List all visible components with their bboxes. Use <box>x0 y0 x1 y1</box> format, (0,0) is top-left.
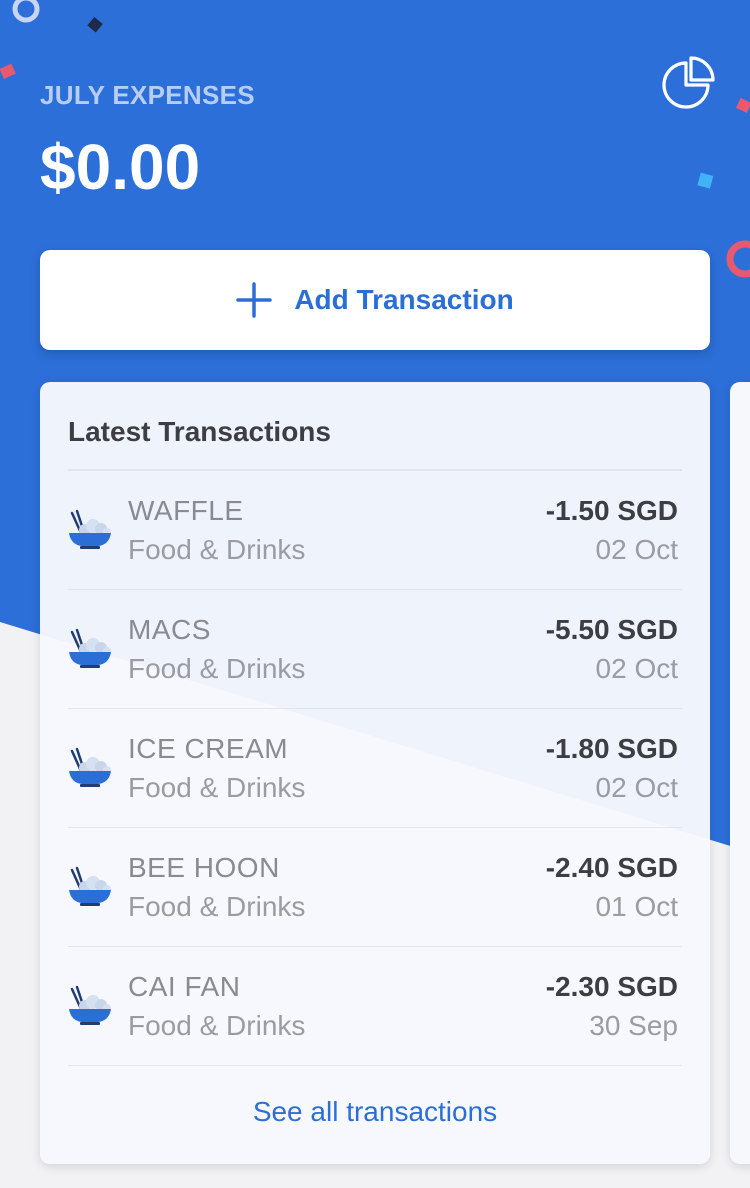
transaction-row[interactable]: WAFFLE Food & Drinks -1.50 SGD 02 Oct <box>68 471 682 590</box>
rice-bowl-icon <box>69 747 111 787</box>
total-expenses-amount: $0.00 <box>40 131 201 203</box>
rice-bowl-icon <box>69 866 111 906</box>
transaction-date: 30 Sep <box>589 1010 678 1041</box>
rice-bowl-icon <box>69 509 111 549</box>
transaction-amount: -1.80 SGD <box>545 733 678 764</box>
rice-bowl-icon <box>69 985 111 1025</box>
transaction-amount: -1.50 SGD <box>545 495 678 526</box>
expenses-header: JULY EXPENSES $0.00 <box>40 78 255 202</box>
month-expenses-label: JULY EXPENSES <box>40 80 255 110</box>
pie-chart-icon[interactable] <box>660 54 718 112</box>
transaction-date: 02 Oct <box>595 653 678 684</box>
rice-bowl-icon <box>69 628 111 668</box>
transaction-date: 02 Oct <box>595 534 678 565</box>
add-transaction-button[interactable]: Add Transaction <box>40 250 710 350</box>
see-all-transactions-link[interactable]: See all transactions <box>40 1096 710 1128</box>
transaction-name: MACS <box>128 614 211 645</box>
plus-icon <box>236 282 273 318</box>
transaction-name: ICE CREAM <box>128 733 289 764</box>
transaction-amount: -2.30 SGD <box>545 971 678 1002</box>
transaction-row[interactable]: CAI FAN Food & Drinks -2.30 SGD 30 Sep <box>68 947 682 1066</box>
transaction-date: 01 Oct <box>595 891 678 922</box>
transaction-date: 02 Oct <box>595 772 678 803</box>
transaction-amount: -2.40 SGD <box>545 852 678 883</box>
add-transaction-label: Add Transaction <box>294 284 514 315</box>
transaction-category: Food & Drinks <box>128 891 306 922</box>
next-card-peek[interactable] <box>730 382 750 1164</box>
transaction-category: Food & Drinks <box>128 534 306 565</box>
transaction-category: Food & Drinks <box>128 653 306 684</box>
transaction-category: Food & Drinks <box>128 1010 306 1041</box>
transaction-row[interactable]: ICE CREAM Food & Drinks -1.80 SGD 02 Oct <box>68 709 682 828</box>
card-title: Latest Transactions <box>68 416 331 447</box>
transaction-category: Food & Drinks <box>128 772 306 803</box>
transaction-name: BEE HOON <box>128 852 280 883</box>
transaction-row[interactable]: BEE HOON Food & Drinks -2.40 SGD 01 Oct <box>68 828 682 947</box>
transaction-name: CAI FAN <box>128 971 241 1002</box>
transaction-list: WAFFLE Food & Drinks -1.50 SGD 02 Oct MA… <box>68 471 682 1066</box>
transaction-amount: -5.50 SGD <box>545 614 678 645</box>
latest-transactions-card: Latest Transactions WAFFLE Food & Drinks… <box>40 382 710 1164</box>
transaction-name: WAFFLE <box>128 495 244 526</box>
transaction-row[interactable]: MACS Food & Drinks -5.50 SGD 02 Oct <box>68 590 682 709</box>
